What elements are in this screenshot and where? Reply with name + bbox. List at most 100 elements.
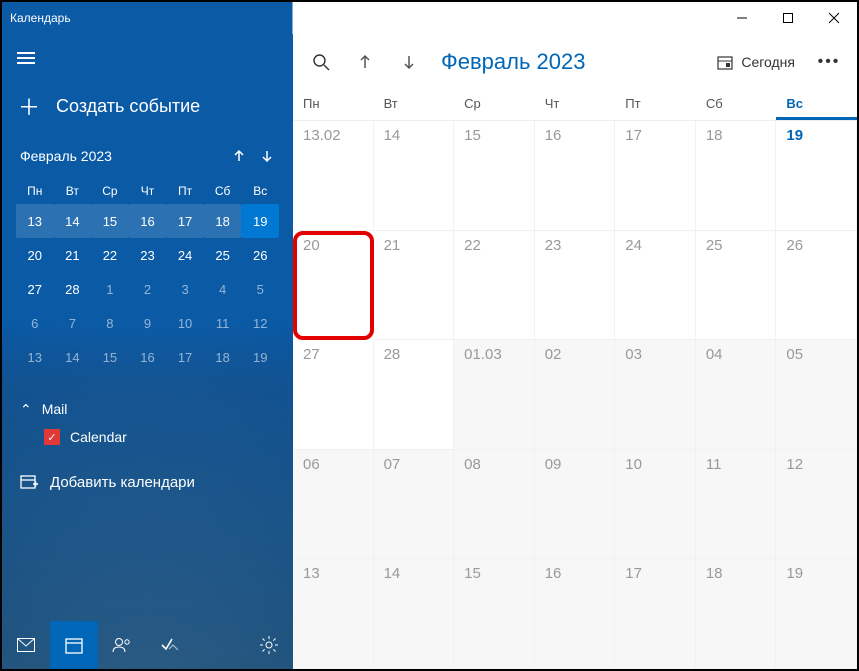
todo-icon[interactable] bbox=[146, 621, 194, 669]
day-cell[interactable]: 17 bbox=[615, 559, 696, 669]
account-toggle[interactable]: ⌄ Mail bbox=[20, 394, 275, 423]
prev-month-button[interactable] bbox=[345, 42, 385, 82]
day-cell[interactable]: 16 bbox=[535, 559, 616, 669]
hamburger-button[interactable] bbox=[2, 34, 50, 82]
day-cell[interactable]: 09 bbox=[535, 450, 616, 560]
today-label: Сегодня bbox=[741, 54, 795, 70]
mini-day-cell[interactable]: 2 bbox=[129, 272, 167, 306]
mini-day-cell[interactable]: 24 bbox=[166, 238, 204, 272]
day-cell[interactable]: 08 bbox=[454, 450, 535, 560]
create-event-button[interactable]: ＋ Создать событие bbox=[2, 82, 293, 138]
today-button[interactable]: Сегодня bbox=[707, 54, 805, 70]
mini-day-cell[interactable]: 21 bbox=[54, 238, 92, 272]
day-cell[interactable]: 16 bbox=[535, 121, 616, 231]
main-dow-cell: Пн bbox=[293, 90, 374, 120]
mini-day-cell[interactable]: 25 bbox=[204, 238, 242, 272]
day-cell[interactable]: 20 bbox=[293, 231, 374, 341]
mini-day-cell[interactable]: 27 bbox=[16, 272, 54, 306]
mini-month-label[interactable]: Февраль 2023 bbox=[20, 148, 112, 164]
add-calendars-button[interactable]: Добавить календари bbox=[2, 455, 293, 499]
day-cell[interactable]: 24 bbox=[615, 231, 696, 341]
mini-day-cell[interactable]: 28 bbox=[54, 272, 92, 306]
mini-day-cell[interactable]: 16 bbox=[129, 204, 167, 238]
mini-day-cell[interactable]: 6 bbox=[16, 306, 54, 340]
calendar-toggle[interactable]: ✓ Calendar bbox=[20, 423, 275, 451]
day-cell[interactable]: 25 bbox=[696, 231, 777, 341]
next-month-button[interactable] bbox=[389, 42, 429, 82]
day-cell[interactable]: 19 bbox=[776, 121, 857, 231]
mini-day-cell[interactable]: 5 bbox=[241, 272, 279, 306]
day-cell[interactable]: 17 bbox=[615, 121, 696, 231]
main-dow-cell: Сб bbox=[696, 90, 777, 120]
day-cell[interactable]: 22 bbox=[454, 231, 535, 341]
day-cell[interactable]: 27 bbox=[293, 340, 374, 450]
mini-day-cell[interactable]: 12 bbox=[241, 306, 279, 340]
settings-icon[interactable] bbox=[245, 621, 293, 669]
mini-day-cell[interactable]: 9 bbox=[129, 306, 167, 340]
day-cell[interactable]: 18 bbox=[696, 559, 777, 669]
day-cell[interactable]: 14 bbox=[374, 121, 455, 231]
add-calendar-icon bbox=[20, 473, 38, 491]
mini-day-cell[interactable]: 16 bbox=[129, 340, 167, 374]
main-dow-cell: Ср bbox=[454, 90, 535, 120]
mini-calendar-grid: 1314151617181920212223242526272812345678… bbox=[2, 204, 293, 374]
mini-day-cell[interactable]: 14 bbox=[54, 340, 92, 374]
day-cell[interactable]: 06 bbox=[293, 450, 374, 560]
day-cell[interactable]: 19 bbox=[776, 559, 857, 669]
day-cell[interactable]: 03 bbox=[615, 340, 696, 450]
day-cell[interactable]: 23 bbox=[535, 231, 616, 341]
day-cell[interactable]: 04 bbox=[696, 340, 777, 450]
day-cell[interactable]: 02 bbox=[535, 340, 616, 450]
mini-day-cell[interactable]: 20 bbox=[16, 238, 54, 272]
people-icon[interactable] bbox=[98, 621, 146, 669]
mini-day-cell[interactable]: 8 bbox=[91, 306, 129, 340]
day-cell[interactable]: 13.02 bbox=[293, 121, 374, 231]
window-title: Календарь bbox=[10, 11, 71, 25]
mini-day-cell[interactable]: 18 bbox=[204, 340, 242, 374]
day-cell[interactable]: 18 bbox=[696, 121, 777, 231]
mini-day-cell[interactable]: 17 bbox=[166, 204, 204, 238]
mini-day-cell[interactable]: 22 bbox=[91, 238, 129, 272]
day-cell[interactable]: 15 bbox=[454, 559, 535, 669]
day-cell[interactable]: 13 bbox=[293, 559, 374, 669]
more-button[interactable]: ••• bbox=[809, 42, 849, 82]
mini-day-cell[interactable]: 13 bbox=[16, 204, 54, 238]
mini-day-cell[interactable]: 10 bbox=[166, 306, 204, 340]
day-cell[interactable]: 14 bbox=[374, 559, 455, 669]
mini-day-cell[interactable]: 15 bbox=[91, 204, 129, 238]
maximize-button[interactable] bbox=[765, 2, 811, 34]
minimize-button[interactable] bbox=[719, 2, 765, 34]
mini-prev-button[interactable] bbox=[225, 142, 253, 170]
mini-day-cell[interactable]: 4 bbox=[204, 272, 242, 306]
search-icon[interactable] bbox=[301, 42, 341, 82]
mini-day-cell[interactable]: 14 bbox=[54, 204, 92, 238]
mini-day-cell[interactable]: 15 bbox=[91, 340, 129, 374]
month-label[interactable]: Февраль 2023 bbox=[433, 49, 593, 75]
day-cell[interactable]: 05 bbox=[776, 340, 857, 450]
day-cell[interactable]: 11 bbox=[696, 450, 777, 560]
mini-day-cell[interactable]: 19 bbox=[241, 340, 279, 374]
mini-day-cell[interactable]: 3 bbox=[166, 272, 204, 306]
mini-day-cell[interactable]: 26 bbox=[241, 238, 279, 272]
close-button[interactable] bbox=[811, 2, 857, 34]
mini-day-cell[interactable]: 1 bbox=[91, 272, 129, 306]
mini-day-cell[interactable]: 18 bbox=[204, 204, 242, 238]
mini-day-cell[interactable]: 17 bbox=[166, 340, 204, 374]
mini-next-button[interactable] bbox=[253, 142, 281, 170]
day-cell[interactable]: 01.03 bbox=[454, 340, 535, 450]
day-cell[interactable]: 28 bbox=[374, 340, 455, 450]
day-cell[interactable]: 15 bbox=[454, 121, 535, 231]
day-cell[interactable]: 07 bbox=[374, 450, 455, 560]
mini-day-cell[interactable]: 19 bbox=[241, 204, 279, 238]
mini-day-cell[interactable]: 23 bbox=[129, 238, 167, 272]
day-cell[interactable]: 21 bbox=[374, 231, 455, 341]
day-cell[interactable]: 10 bbox=[615, 450, 696, 560]
mini-calendar-header: Февраль 2023 bbox=[2, 138, 293, 178]
calendar-icon[interactable] bbox=[50, 621, 98, 669]
mini-day-cell[interactable]: 13 bbox=[16, 340, 54, 374]
day-cell[interactable]: 26 bbox=[776, 231, 857, 341]
day-cell[interactable]: 12 bbox=[776, 450, 857, 560]
mini-day-cell[interactable]: 7 bbox=[54, 306, 92, 340]
mail-icon[interactable] bbox=[2, 621, 50, 669]
mini-day-cell[interactable]: 11 bbox=[204, 306, 242, 340]
